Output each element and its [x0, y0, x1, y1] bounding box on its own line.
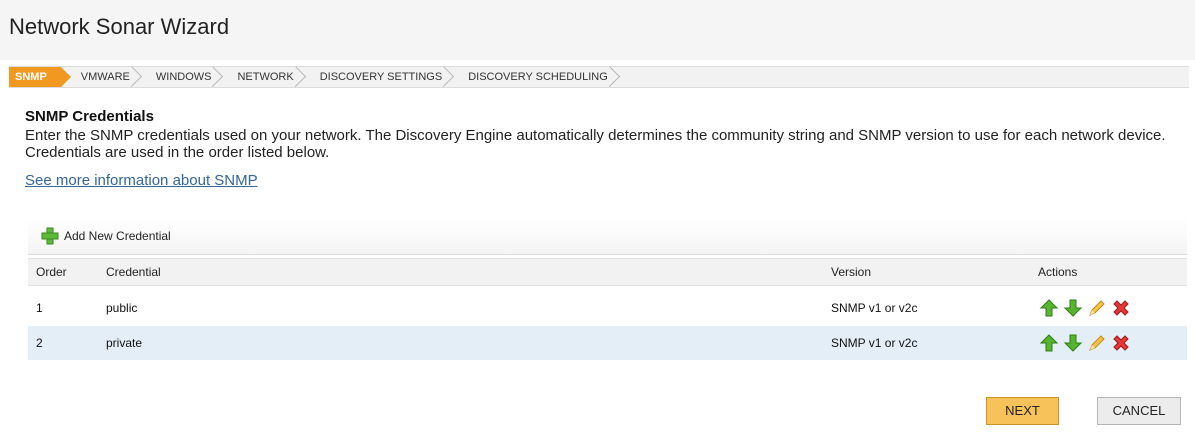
step-discovery-settings[interactable]: DISCOVERY SETTINGS: [308, 67, 456, 87]
edit-pencil-icon[interactable]: [1086, 332, 1108, 354]
grid-toolbar: Add New Credential: [28, 217, 1187, 255]
add-credential-label: Add New Credential: [64, 229, 171, 243]
move-up-icon[interactable]: [1038, 332, 1060, 354]
step-windows[interactable]: WINDOWS: [144, 67, 226, 87]
move-up-icon[interactable]: [1038, 297, 1060, 319]
step-label: SNMP: [15, 71, 47, 83]
step-discovery-scheduling[interactable]: DISCOVERY SCHEDULING: [456, 67, 622, 87]
cancel-button[interactable]: CANCEL: [1097, 397, 1181, 425]
row-version: SNMP v1 or v2c: [831, 301, 918, 315]
header-version[interactable]: Version: [831, 259, 871, 285]
header-actions: Actions: [1038, 265, 1078, 279]
step-snmp[interactable]: SNMP: [9, 67, 71, 87]
section-description: Enter the SNMP credentials used on your …: [25, 127, 1166, 161]
chevron-right-icon: [211, 67, 231, 87]
row-actions: [1038, 291, 1132, 325]
table-row[interactable]: 1 public SNMP v1 or v2c: [28, 291, 1187, 325]
next-button[interactable]: NEXT: [986, 397, 1059, 425]
chevron-right-icon: [294, 67, 314, 87]
row-credential: private: [106, 336, 143, 350]
step-label: WINDOWS: [155, 71, 212, 83]
wizard-steps: SNMP VMWARE WINDOWS NETWORK DISCOVERY SE…: [9, 66, 1189, 88]
row-order: 1: [36, 301, 43, 315]
step-label: DISCOVERY SETTINGS: [319, 71, 443, 83]
header-order[interactable]: Order: [36, 259, 67, 285]
move-down-icon[interactable]: [1062, 297, 1084, 319]
add-credential-button[interactable]: Add New Credential: [40, 227, 171, 245]
row-order: 2: [36, 336, 43, 350]
edit-pencil-icon[interactable]: [1086, 297, 1108, 319]
chevron-right-icon: [442, 67, 462, 87]
row-credential: public: [106, 301, 138, 315]
move-down-icon[interactable]: [1062, 332, 1084, 354]
snmp-info-link[interactable]: See more information about SNMP: [25, 172, 258, 189]
page-header: Network Sonar Wizard: [0, 0, 1195, 60]
step-vmware[interactable]: VMWARE: [69, 67, 144, 87]
step-label: NETWORK: [237, 71, 294, 83]
section-title: SNMP Credentials: [25, 108, 154, 125]
row-version: SNMP v1 or v2c: [831, 336, 918, 350]
page-title: Network Sonar Wizard: [9, 14, 230, 39]
table-row[interactable]: 2 private SNMP v1 or v2c: [28, 326, 1187, 360]
chevron-right-icon: [130, 67, 150, 87]
grid-header: Order Credential Version Actions: [28, 258, 1187, 286]
delete-icon[interactable]: [1110, 297, 1132, 319]
step-label: VMWARE: [80, 71, 130, 83]
chevron-right-icon: [608, 67, 628, 87]
step-network[interactable]: NETWORK: [225, 67, 307, 87]
step-label: DISCOVERY SCHEDULING: [468, 71, 608, 83]
delete-icon[interactable]: [1110, 332, 1132, 354]
row-actions: [1038, 326, 1132, 360]
add-plus-icon: [41, 227, 59, 245]
header-credential[interactable]: Credential: [106, 259, 161, 285]
